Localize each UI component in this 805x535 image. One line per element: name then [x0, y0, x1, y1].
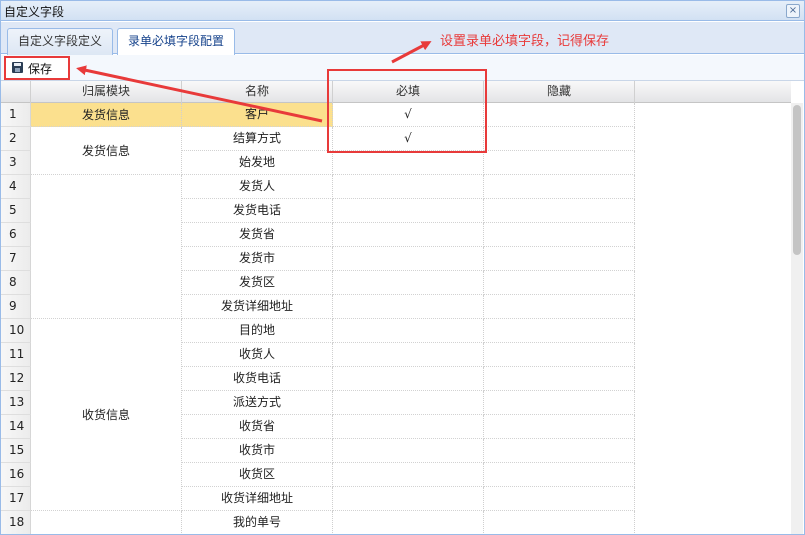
- cell-name[interactable]: 发货详细地址: [182, 295, 333, 319]
- row-number: 13: [1, 391, 31, 415]
- scrollbar-thumb[interactable]: [793, 105, 801, 255]
- row-number: 3: [1, 151, 31, 175]
- cell-required[interactable]: [333, 223, 484, 247]
- annotation-callout: 设置录单必填字段，记得保存: [440, 34, 610, 49]
- title-bar: 自定义字段 ×: [1, 1, 804, 21]
- row-number: 1: [1, 103, 31, 127]
- row-number: 8: [1, 271, 31, 295]
- cell-required[interactable]: [333, 463, 484, 487]
- cell-required[interactable]: [333, 319, 484, 343]
- cell-hidden[interactable]: [484, 319, 635, 343]
- cell-required[interactable]: [333, 487, 484, 511]
- cell-hidden[interactable]: [484, 127, 635, 151]
- cell-name[interactable]: 发货省: [182, 223, 333, 247]
- cell-module-group[interactable]: [31, 511, 182, 534]
- tab-required-field-config[interactable]: 录单必填字段配置: [117, 28, 236, 56]
- cell-hidden[interactable]: [484, 247, 635, 271]
- header-name[interactable]: 名称: [182, 81, 333, 103]
- cell-hidden[interactable]: [484, 439, 635, 463]
- row-number: 15: [1, 439, 31, 463]
- header-module[interactable]: 归属模块: [31, 81, 182, 103]
- cell-name[interactable]: 客户: [182, 103, 333, 127]
- cell-required[interactable]: [333, 175, 484, 199]
- floppy-disk-icon: [12, 62, 23, 73]
- cell-hidden[interactable]: [484, 463, 635, 487]
- cell-hidden[interactable]: [484, 487, 635, 511]
- save-button[interactable]: 保存: [4, 56, 70, 80]
- cell-name[interactable]: 收货区: [182, 463, 333, 487]
- tab-custom-field-definition[interactable]: 自定义字段定义: [7, 28, 114, 55]
- row-number: 12: [1, 367, 31, 391]
- vertical-scrollbar[interactable]: [791, 103, 803, 534]
- row-number: 16: [1, 463, 31, 487]
- cell-hidden[interactable]: [484, 391, 635, 415]
- row-number: 2: [1, 127, 31, 151]
- cell-name[interactable]: 发货人: [182, 175, 333, 199]
- tab-strip: 自定义字段定义 录单必填字段配置: [1, 22, 804, 56]
- row-number: 10: [1, 319, 31, 343]
- cell-name[interactable]: 发货区: [182, 271, 333, 295]
- cell-name[interactable]: 发货市: [182, 247, 333, 271]
- cell-name[interactable]: 收货详细地址: [182, 487, 333, 511]
- cell-hidden[interactable]: [484, 223, 635, 247]
- cell-required[interactable]: √: [333, 127, 484, 151]
- cell-required[interactable]: [333, 271, 484, 295]
- field-grid: 归属模块 名称 必填 隐藏 1 客户 √ 2 结算方式 √ 3 始发地 4 发货人 5 发货电话 6 发货…: [1, 81, 804, 534]
- cell-hidden[interactable]: [484, 367, 635, 391]
- cell-name[interactable]: 发货电话: [182, 199, 333, 223]
- cell-required[interactable]: [333, 343, 484, 367]
- row-number: 18: [1, 511, 31, 534]
- cell-required[interactable]: [333, 199, 484, 223]
- cell-module-group[interactable]: 发货信息: [31, 103, 182, 127]
- cell-name[interactable]: 收货人: [182, 343, 333, 367]
- cell-required[interactable]: [333, 511, 484, 534]
- cell-required[interactable]: [333, 295, 484, 319]
- cell-required[interactable]: [333, 415, 484, 439]
- custom-fields-window: 自定义字段 × 自定义字段定义 录单必填字段配置 保存 归属模块 名称 必填 隐…: [0, 0, 805, 535]
- row-number: 17: [1, 487, 31, 511]
- cell-hidden[interactable]: [484, 103, 635, 127]
- row-number: 5: [1, 199, 31, 223]
- cell-name[interactable]: 结算方式: [182, 127, 333, 151]
- header-rownum: [1, 81, 31, 103]
- cell-module-group[interactable]: [31, 175, 182, 319]
- cell-hidden[interactable]: [484, 175, 635, 199]
- cell-hidden[interactable]: [484, 295, 635, 319]
- row-number: 6: [1, 223, 31, 247]
- header-hidden[interactable]: 隐藏: [484, 81, 635, 103]
- cell-required[interactable]: √: [333, 103, 484, 127]
- cell-hidden[interactable]: [484, 271, 635, 295]
- cell-required[interactable]: [333, 391, 484, 415]
- row-number: 7: [1, 247, 31, 271]
- cell-hidden[interactable]: [484, 415, 635, 439]
- cell-hidden[interactable]: [484, 199, 635, 223]
- cell-name[interactable]: 目的地: [182, 319, 333, 343]
- cell-required[interactable]: [333, 439, 484, 463]
- cell-hidden[interactable]: [484, 343, 635, 367]
- cell-required[interactable]: [333, 247, 484, 271]
- cell-required[interactable]: [333, 151, 484, 175]
- row-number: 14: [1, 415, 31, 439]
- toolbar: 保存: [1, 55, 804, 81]
- cell-required[interactable]: [333, 367, 484, 391]
- cell-name[interactable]: 收货省: [182, 415, 333, 439]
- cell-name[interactable]: 始发地: [182, 151, 333, 175]
- cell-hidden[interactable]: [484, 511, 635, 534]
- close-icon[interactable]: ×: [786, 4, 800, 18]
- cell-module-group[interactable]: 发货信息: [31, 127, 182, 175]
- cell-name[interactable]: 我的单号: [182, 511, 333, 534]
- cell-module-group[interactable]: 收货信息: [31, 319, 182, 511]
- save-button-label: 保存: [28, 62, 53, 76]
- header-required[interactable]: 必填: [333, 81, 484, 103]
- cell-name[interactable]: 收货市: [182, 439, 333, 463]
- row-number: 9: [1, 295, 31, 319]
- cell-hidden[interactable]: [484, 151, 635, 175]
- cell-name[interactable]: 派送方式: [182, 391, 333, 415]
- window-title: 自定义字段: [4, 5, 65, 19]
- grid-header: 归属模块 名称 必填 隐藏: [1, 81, 791, 103]
- cell-name[interactable]: 收货电话: [182, 367, 333, 391]
- row-number: 4: [1, 175, 31, 199]
- row-number: 11: [1, 343, 31, 367]
